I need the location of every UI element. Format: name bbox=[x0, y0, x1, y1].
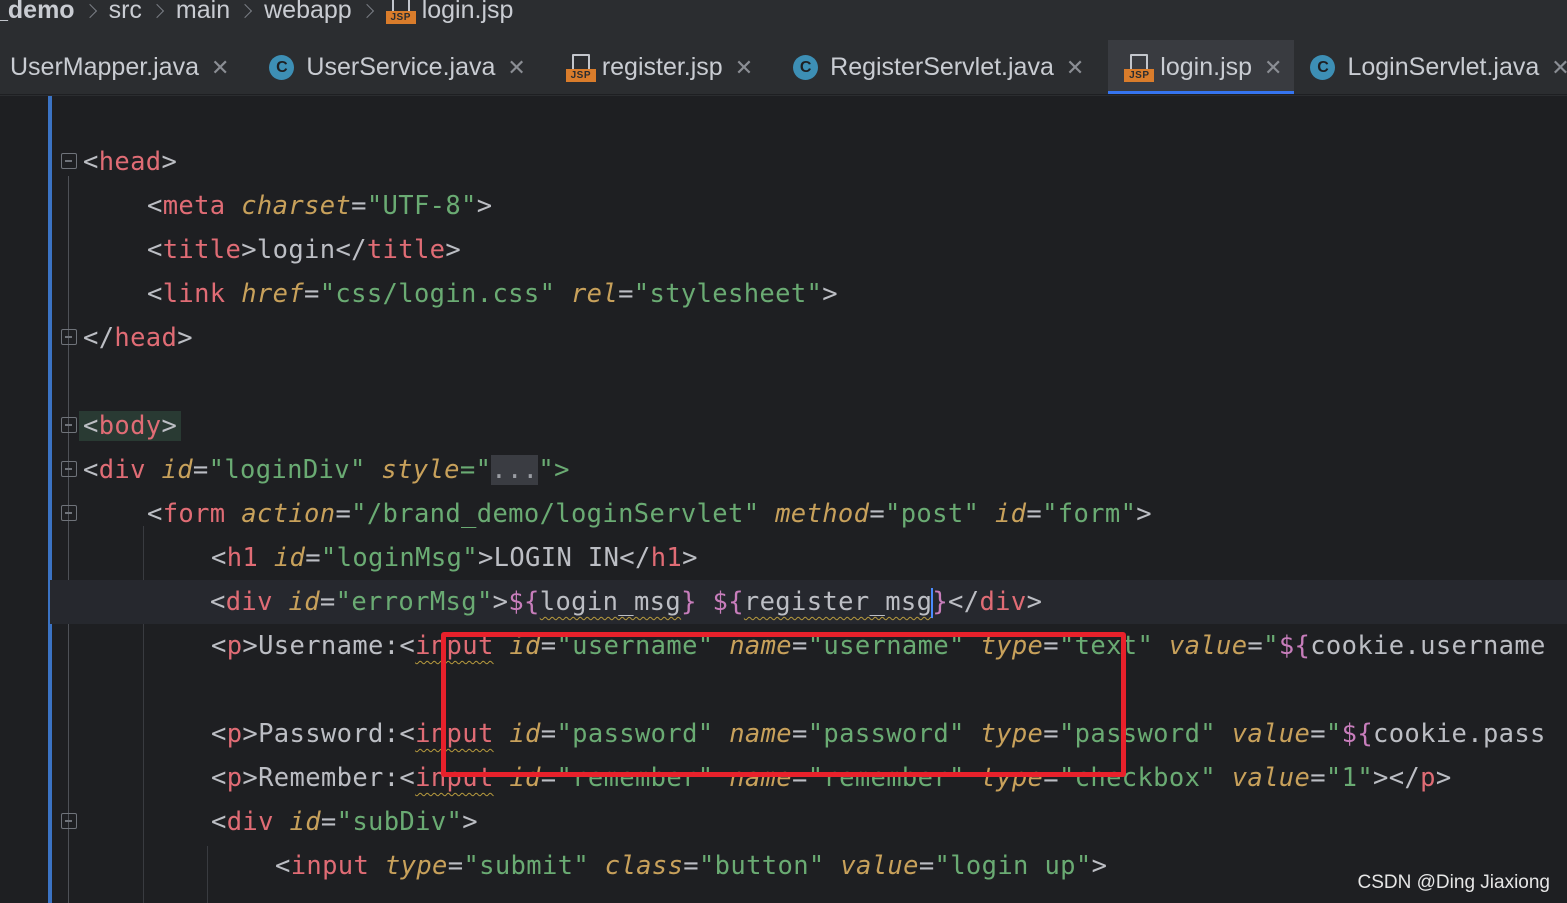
code-line[interactable]: <meta charset="UTF-8"> bbox=[147, 184, 492, 228]
close-icon[interactable]: ✕ bbox=[1551, 55, 1567, 81]
chevron-right-icon bbox=[238, 3, 253, 19]
tab-loginservlet[interactable]: C LoginServlet.java ✕ bbox=[1294, 40, 1567, 94]
tab-usermapper[interactable]: UserMapper.java ✕ bbox=[0, 40, 239, 94]
tab-login-jsp[interactable]: JSP login.jsp ✕ bbox=[1108, 40, 1295, 94]
close-icon[interactable]: ✕ bbox=[1066, 55, 1084, 81]
code-line[interactable]: <title>login</title> bbox=[147, 228, 461, 272]
tab-label: UserService.java bbox=[306, 53, 496, 81]
close-icon[interactable]: ✕ bbox=[735, 55, 753, 81]
close-icon[interactable]: ✕ bbox=[211, 55, 229, 81]
fold-collapse-icon[interactable] bbox=[61, 461, 77, 477]
tab-label: RegisterServlet.java bbox=[830, 53, 1054, 81]
tab-userservice[interactable]: C UserService.java ✕ bbox=[239, 40, 535, 94]
red-annotation-rectangle bbox=[441, 632, 1126, 777]
jsp-file-icon: JSP bbox=[385, 0, 416, 25]
code-line[interactable]: <body> bbox=[79, 404, 182, 448]
fold-collapse-icon[interactable] bbox=[61, 505, 77, 521]
fold-guide bbox=[68, 176, 69, 903]
fold-collapse-icon[interactable] bbox=[61, 329, 77, 345]
close-icon[interactable]: ✕ bbox=[1264, 55, 1282, 81]
breadcrumb-src[interactable]: src bbox=[109, 0, 142, 25]
breadcrumb: _demo src main webapp JSP login.jsp bbox=[0, 0, 1567, 30]
breadcrumb-file[interactable]: JSP login.jsp bbox=[385, 0, 514, 25]
java-class-icon: C bbox=[269, 55, 295, 80]
breadcrumb-project[interactable]: _demo bbox=[0, 0, 75, 25]
chevron-right-icon bbox=[82, 3, 97, 19]
tab-label: LoginServlet.java bbox=[1347, 53, 1540, 81]
tab-register-jsp[interactable]: JSP register.jsp ✕ bbox=[536, 40, 763, 94]
code-editor[interactable]: <head> <meta charset="UTF-8"> <title>log… bbox=[0, 96, 1567, 903]
breadcrumb-file-label: login.jsp bbox=[421, 0, 514, 24]
chevron-right-icon bbox=[149, 3, 164, 19]
code-line[interactable]: <div id="subDiv"> bbox=[211, 800, 478, 844]
code-line[interactable]: <input type="submit" class="button" valu… bbox=[275, 844, 1107, 888]
code-line[interactable]: <head> bbox=[83, 140, 177, 184]
watermark: CSDN @Ding Jiaxiong bbox=[1357, 872, 1550, 893]
tab-label: UserMapper.java bbox=[10, 53, 199, 81]
breadcrumb-main[interactable]: main bbox=[176, 0, 230, 25]
java-class-icon: C bbox=[1310, 55, 1336, 80]
code-line[interactable]: <h1 id="loginMsg">LOGIN IN</h1> bbox=[211, 536, 698, 580]
tab-registerservlet[interactable]: C RegisterServlet.java ✕ bbox=[763, 40, 1094, 94]
jsp-file-icon: JSP bbox=[565, 53, 596, 83]
vcs-change-marker bbox=[48, 96, 52, 903]
jsp-file-icon: JSP bbox=[1124, 53, 1155, 83]
fold-collapse-icon[interactable] bbox=[61, 153, 77, 169]
java-class-icon: C bbox=[793, 55, 819, 80]
editor-tab-bar: UserMapper.java ✕ C UserService.java ✕ J… bbox=[0, 40, 1567, 95]
fold-collapse-icon[interactable] bbox=[61, 417, 77, 433]
folded-code-placeholder[interactable]: ... bbox=[491, 455, 539, 485]
fold-collapse-icon[interactable] bbox=[61, 813, 77, 829]
code-line[interactable]: <div id="loginDiv" style="..."> bbox=[83, 448, 570, 492]
code-line[interactable]: <link href="css/login.css" rel="styleshe… bbox=[147, 272, 838, 316]
indent-guide bbox=[207, 846, 208, 903]
code-line[interactable]: <form action="/brand_demo/loginServlet" … bbox=[147, 492, 1152, 536]
chevron-right-icon bbox=[359, 3, 374, 19]
tab-label: register.jsp bbox=[601, 53, 723, 81]
breadcrumb-webapp[interactable]: webapp bbox=[264, 0, 352, 25]
tab-label: login.jsp bbox=[1160, 53, 1253, 81]
close-icon[interactable]: ✕ bbox=[507, 55, 525, 81]
code-line[interactable]: </head> bbox=[83, 316, 193, 360]
code-line-current[interactable]: <div id="errorMsg">${login_msg} ${regist… bbox=[50, 580, 1567, 624]
